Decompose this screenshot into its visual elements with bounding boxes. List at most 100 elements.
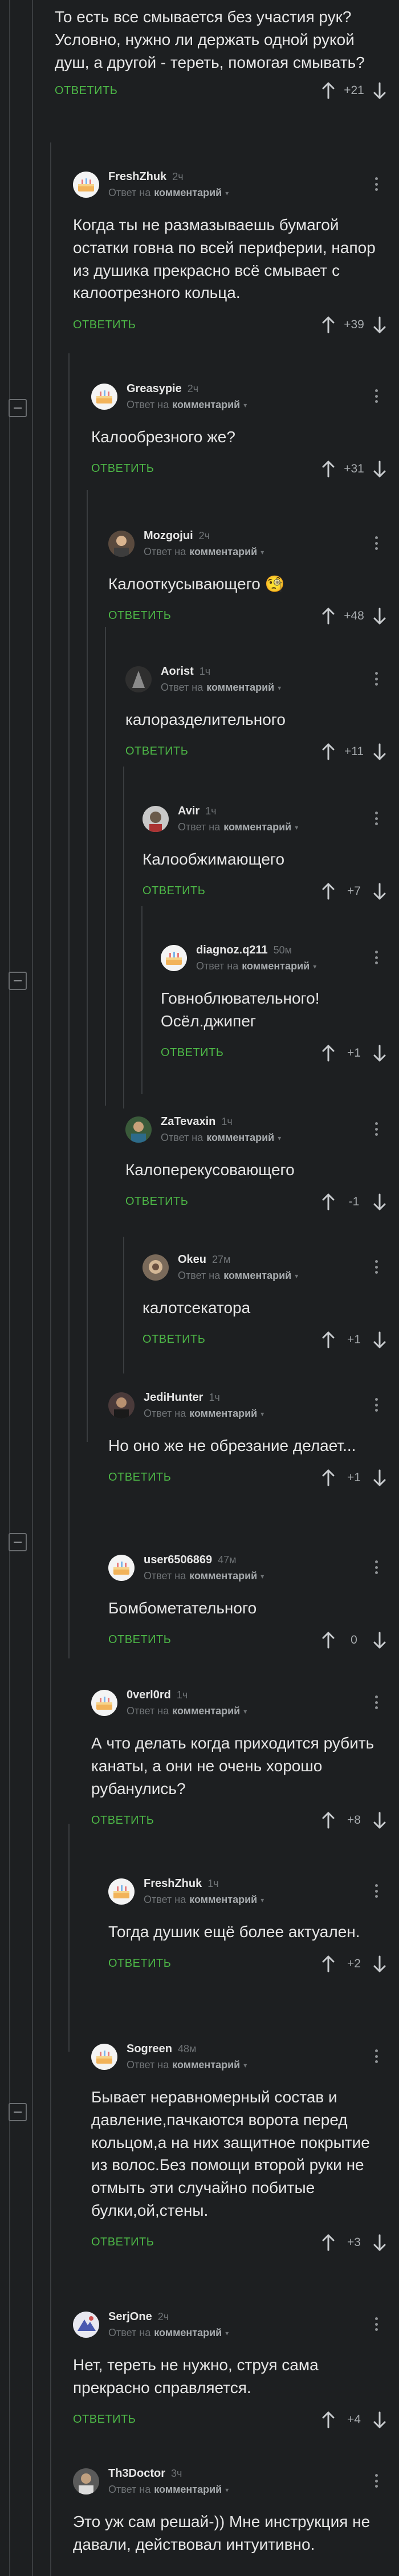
cake-icon[interactable] [91, 384, 117, 410]
author-nickname[interactable]: ZaTevaxin [161, 1115, 215, 1128]
reply-button[interactable]: ОТВЕТИТЬ [73, 2413, 136, 2426]
more-options-icon[interactable] [369, 1557, 383, 1578]
downvote-icon[interactable] [372, 459, 388, 479]
reply-info[interactable]: Ответ на комментарий ▾ [108, 2327, 229, 2339]
upvote-icon[interactable] [320, 315, 336, 335]
user-avatar[interactable] [142, 806, 169, 832]
reply-info[interactable]: Ответ на комментарий ▾ [144, 546, 264, 559]
author-nickname[interactable]: diagnoz.q211 [196, 943, 268, 957]
upvote-icon[interactable] [320, 881, 336, 902]
reply-button[interactable]: ОТВЕТИТЬ [91, 462, 154, 475]
more-options-icon[interactable] [369, 1395, 383, 1415]
cake-icon[interactable] [91, 1690, 117, 1716]
downvote-icon[interactable] [372, 1954, 388, 1974]
author-nickname[interactable]: Greasypie [127, 382, 182, 396]
more-options-icon[interactable] [369, 1119, 383, 1139]
reply-info[interactable]: Ответ на комментарий ▾ [144, 1570, 264, 1583]
reply-info[interactable]: Ответ на комментарий ▾ [178, 1270, 298, 1282]
reply-button[interactable]: ОТВЕТИТЬ [125, 1195, 188, 1208]
upvote-icon[interactable] [320, 741, 336, 762]
more-options-icon[interactable] [369, 1692, 383, 1713]
reply-info[interactable]: Ответ на комментарий ▾ [127, 2059, 247, 2072]
cake-icon[interactable] [161, 945, 187, 971]
author-nickname[interactable]: Mozgojui [144, 529, 193, 543]
reply-button[interactable]: ОТВЕТИТЬ [108, 1633, 171, 1646]
author-nickname[interactable]: user6506869 [144, 1553, 212, 1567]
reply-info[interactable]: Ответ на комментарий ▾ [127, 1705, 247, 1718]
upvote-icon[interactable] [320, 1330, 336, 1350]
reply-info[interactable]: Ответ на комментарий ▾ [108, 2484, 229, 2496]
cake-icon[interactable] [91, 2044, 117, 2070]
upvote-icon[interactable] [320, 1192, 336, 1212]
more-options-icon[interactable] [369, 2471, 383, 2491]
downvote-icon[interactable] [372, 606, 388, 626]
more-options-icon[interactable] [369, 947, 383, 968]
upvote-icon[interactable] [320, 1468, 336, 1488]
downvote-icon[interactable] [372, 881, 388, 902]
reply-button[interactable]: ОТВЕТИТЬ [91, 2236, 154, 2249]
upvote-icon[interactable] [320, 1043, 336, 1063]
collapse-branch-button[interactable] [9, 2103, 27, 2121]
reply-button[interactable]: ОТВЕТИТЬ [142, 885, 205, 898]
reply-info[interactable]: Ответ на комментарий ▾ [196, 960, 316, 973]
downvote-icon[interactable] [372, 2410, 388, 2430]
author-nickname[interactable]: FreshZhuk [144, 1877, 202, 1890]
user-avatar[interactable] [73, 2468, 99, 2495]
more-options-icon[interactable] [369, 669, 383, 689]
cake-icon[interactable] [108, 1878, 135, 1905]
downvote-icon[interactable] [372, 80, 388, 101]
reply-button[interactable]: ОТВЕТИТЬ [125, 745, 188, 758]
author-nickname[interactable]: FreshZhuk [108, 170, 166, 184]
cake-icon[interactable] [108, 1555, 135, 1581]
reply-button[interactable]: ОТВЕТИТЬ [142, 1333, 205, 1346]
more-options-icon[interactable] [369, 174, 383, 194]
user-avatar[interactable] [125, 1116, 152, 1143]
upvote-icon[interactable] [320, 2232, 336, 2253]
collapse-branch-button[interactable] [9, 972, 27, 990]
reply-button[interactable]: ОТВЕТИТЬ [108, 609, 171, 622]
user-avatar[interactable] [142, 1254, 169, 1281]
user-avatar[interactable] [73, 2312, 99, 2338]
reply-info[interactable]: Ответ на комментарий ▾ [144, 1894, 264, 1906]
reply-button[interactable]: ОТВЕТИТЬ [91, 1814, 154, 1827]
author-nickname[interactable]: JediHunter [144, 1391, 203, 1404]
reply-info[interactable]: Ответ на комментарий ▾ [127, 399, 247, 411]
downvote-icon[interactable] [372, 1810, 388, 1831]
more-options-icon[interactable] [369, 2046, 383, 2066]
author-nickname[interactable]: Th3Doctor [108, 2467, 165, 2480]
reply-button[interactable]: ОТВЕТИТЬ [55, 84, 117, 97]
more-options-icon[interactable] [369, 1257, 383, 1277]
cake-icon[interactable] [73, 172, 99, 198]
downvote-icon[interactable] [372, 315, 388, 335]
reply-button[interactable]: ОТВЕТИТЬ [108, 1957, 171, 1970]
upvote-icon[interactable] [320, 1810, 336, 1831]
author-nickname[interactable]: Okeu [178, 1253, 206, 1266]
downvote-icon[interactable] [372, 1468, 388, 1488]
reply-button[interactable]: ОТВЕТИТЬ [108, 1471, 171, 1484]
collapse-branch-button[interactable] [9, 399, 27, 417]
author-nickname[interactable]: Aorist [161, 665, 194, 678]
more-options-icon[interactable] [369, 2314, 383, 2334]
user-avatar[interactable] [108, 1392, 135, 1419]
downvote-icon[interactable] [372, 1192, 388, 1212]
reply-button[interactable]: ОТВЕТИТЬ [73, 319, 136, 332]
author-nickname[interactable]: Sogreen [127, 2042, 172, 2056]
reply-button[interactable]: ОТВЕТИТЬ [161, 1046, 223, 1059]
more-options-icon[interactable] [369, 1881, 383, 1901]
author-nickname[interactable]: 0verl0rd [127, 1688, 171, 1702]
upvote-icon[interactable] [320, 1954, 336, 1974]
upvote-icon[interactable] [320, 1630, 336, 1650]
upvote-icon[interactable] [320, 459, 336, 479]
author-nickname[interactable]: Avir [178, 804, 199, 818]
downvote-icon[interactable] [372, 1043, 388, 1063]
reply-info[interactable]: Ответ на комментарий ▾ [144, 1408, 264, 1420]
collapse-branch-button[interactable] [9, 1533, 27, 1551]
downvote-icon[interactable] [372, 2232, 388, 2253]
more-options-icon[interactable] [369, 386, 383, 406]
user-avatar[interactable] [108, 531, 135, 557]
downvote-icon[interactable] [372, 1330, 388, 1350]
user-avatar[interactable] [125, 666, 152, 692]
reply-info[interactable]: Ответ на комментарий ▾ [108, 187, 229, 199]
upvote-icon[interactable] [320, 80, 336, 101]
downvote-icon[interactable] [372, 1630, 388, 1650]
